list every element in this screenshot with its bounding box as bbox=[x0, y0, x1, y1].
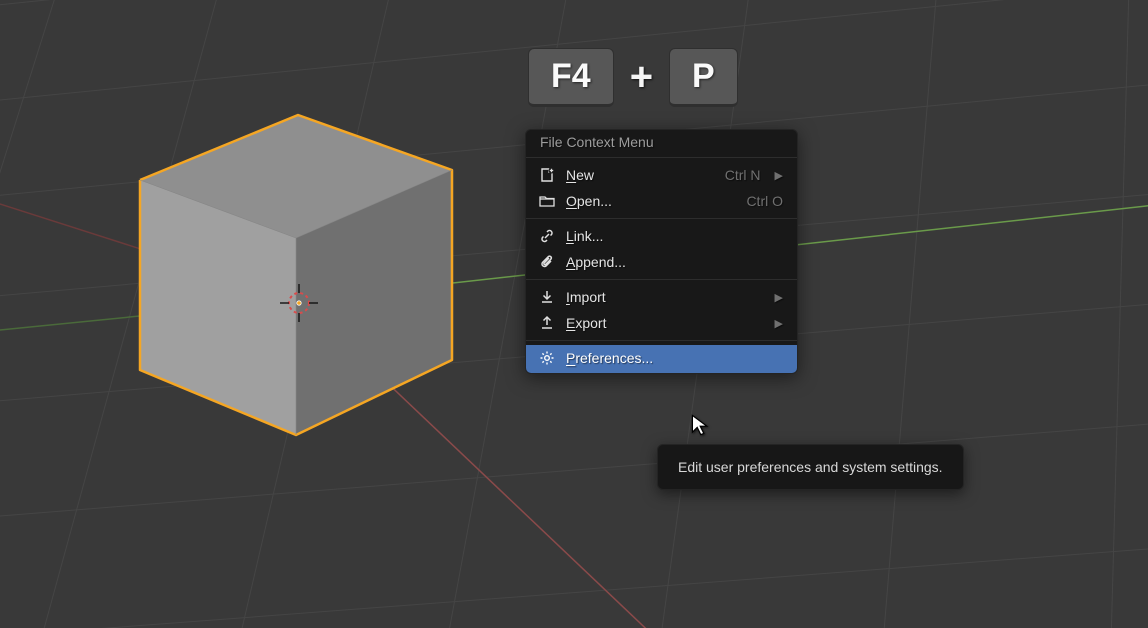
menu-item-append[interactable]: Append... bbox=[526, 249, 797, 275]
menu-separator bbox=[526, 157, 797, 158]
menu-separator bbox=[526, 340, 797, 341]
menu-item-preferences[interactable]: Preferences... bbox=[526, 345, 797, 373]
menu-item-shortcut: Ctrl N bbox=[725, 167, 761, 183]
menu-item-open[interactable]: Open... Ctrl O bbox=[526, 188, 797, 214]
menu-item-export[interactable]: Export ▶ bbox=[526, 310, 797, 336]
menu-item-label: Append... bbox=[566, 254, 783, 270]
menu-separator bbox=[526, 279, 797, 280]
menu-item-label: New bbox=[566, 167, 715, 183]
gear-icon bbox=[538, 349, 556, 367]
menu-separator bbox=[526, 218, 797, 219]
menu-item-label: Open... bbox=[566, 193, 736, 209]
submenu-arrow-icon: ▶ bbox=[775, 169, 783, 182]
key-badge-f4: F4 bbox=[528, 48, 614, 107]
menu-item-link[interactable]: Link... bbox=[526, 223, 797, 249]
menu-item-shortcut: Ctrl O bbox=[746, 193, 783, 209]
file-context-menu: File Context Menu New Ctrl N ▶ Open... C… bbox=[525, 129, 798, 374]
menu-item-new[interactable]: New Ctrl N ▶ bbox=[526, 162, 797, 188]
paperclip-icon bbox=[538, 253, 556, 271]
file-new-icon bbox=[538, 166, 556, 184]
plus-icon: + bbox=[630, 55, 653, 100]
submenu-arrow-icon: ▶ bbox=[775, 291, 783, 304]
menu-item-label: Export bbox=[566, 315, 761, 331]
default-cube[interactable] bbox=[120, 110, 465, 440]
menu-item-label: Import bbox=[566, 289, 761, 305]
tooltip: Edit user preferences and system setting… bbox=[657, 444, 964, 490]
folder-open-icon bbox=[538, 192, 556, 210]
import-icon bbox=[538, 288, 556, 306]
menu-item-label: Link... bbox=[566, 228, 783, 244]
menu-item-import[interactable]: Import ▶ bbox=[526, 284, 797, 310]
submenu-arrow-icon: ▶ bbox=[775, 317, 783, 330]
shortcut-hint: F4 + P bbox=[528, 48, 738, 107]
menu-title: File Context Menu bbox=[526, 130, 797, 153]
key-badge-p: P bbox=[669, 48, 738, 107]
export-icon bbox=[538, 314, 556, 332]
menu-item-label: Preferences... bbox=[566, 350, 783, 366]
link-icon bbox=[538, 227, 556, 245]
